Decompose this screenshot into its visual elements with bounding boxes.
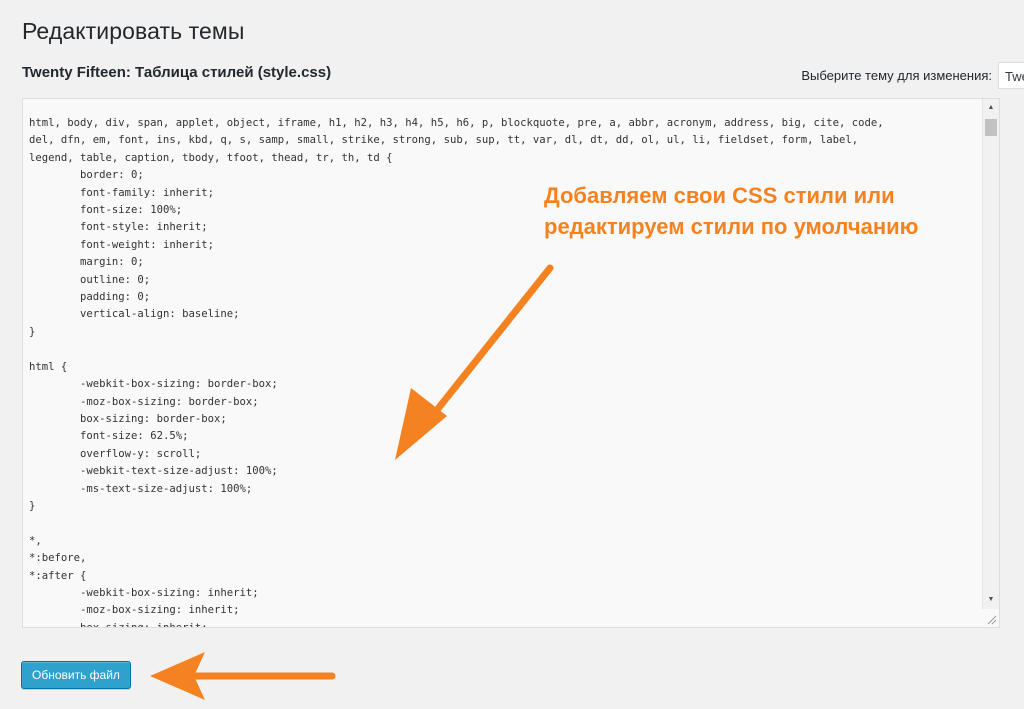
code-editor[interactable]: html, body, div, span, applet, object, i… bbox=[22, 98, 1000, 628]
scroll-thumb[interactable] bbox=[985, 119, 997, 136]
file-title: Twenty Fifteen: Таблица стилей (style.cs… bbox=[22, 64, 332, 81]
theme-select-label: Выберите тему для изменения: bbox=[801, 68, 992, 83]
resize-handle-icon[interactable] bbox=[985, 613, 997, 625]
annotation-line-1: Добавляем свои CSS стили или bbox=[544, 183, 895, 208]
scroll-down-icon[interactable]: ▼ bbox=[983, 593, 999, 607]
theme-select[interactable]: Twenty Fifteen bbox=[998, 62, 1024, 89]
update-file-button[interactable]: Обновить файл bbox=[21, 661, 131, 689]
left-arrow-icon bbox=[150, 652, 336, 700]
page-title: Редактировать темы bbox=[22, 18, 245, 44]
annotation-line-2: редактируем стили по умолчанию bbox=[544, 214, 919, 239]
theme-select-group: Выберите тему для изменения: Twenty Fift… bbox=[801, 62, 1024, 89]
editor-scrollbar[interactable]: ▲ ▼ bbox=[982, 99, 999, 609]
scroll-up-icon[interactable]: ▲ bbox=[983, 101, 999, 115]
annotation-callout: Добавляем свои CSS стили или редактируем… bbox=[544, 180, 964, 242]
